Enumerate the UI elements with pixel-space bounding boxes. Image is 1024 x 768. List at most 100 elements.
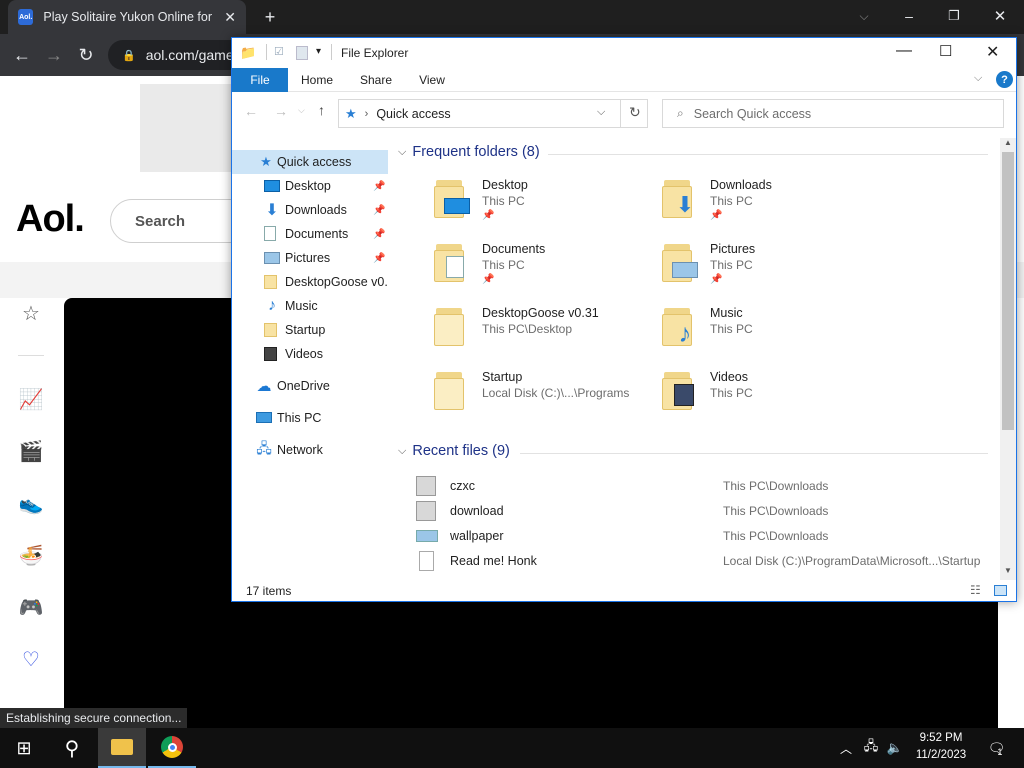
scrollbar-thumb[interactable] (1002, 152, 1014, 430)
desktop-icon (264, 180, 280, 192)
network-status-icon[interactable]: 🖧 (860, 728, 882, 768)
forward-arrow-icon[interactable]: → (274, 103, 288, 119)
nav-item-documents[interactable]: Documents 📌 (232, 222, 388, 246)
collapse-chevron-icon[interactable]: ⌵ (398, 146, 406, 159)
nav-item-startup[interactable]: Startup (232, 318, 388, 342)
folder-icon (662, 372, 694, 410)
quick-access-star-icon: ★ (345, 105, 357, 121)
maximize-button[interactable]: ☐ (939, 42, 952, 60)
folder-tile-documents[interactable]: Documents This PC 📌 (434, 242, 654, 300)
food-bowl-icon[interactable]: 🍜 (18, 542, 44, 568)
recent-file-row[interactable]: czxc This PC\Downloads (416, 474, 986, 498)
music-overlay-icon: ♪ (678, 317, 692, 348)
explorer-app-icon: 📁 (240, 45, 257, 60)
folder-tile-desktop[interactable]: Desktop This PC 📌 (434, 178, 654, 236)
quick-access-toolbar-dropdown-icon[interactable]: ▾ (316, 46, 321, 57)
volume-muted-icon[interactable]: 🔈 (884, 728, 906, 768)
refresh-button[interactable]: ↻ (620, 99, 648, 128)
tab-title: Play Solitaire Yukon Online for F (43, 10, 217, 24)
clapperboard-icon[interactable]: 🎬 (18, 438, 44, 464)
new-folder-quick-icon[interactable] (296, 46, 308, 60)
pin-icon[interactable]: 📌 (373, 205, 385, 216)
scroll-up-arrow-icon[interactable]: ▲ (1004, 138, 1012, 147)
nav-item-downloads[interactable]: ⬇ Downloads 📌 (232, 198, 388, 222)
nav-item-quick-access[interactable]: ★ Quick access (232, 150, 388, 174)
address-dropdown-icon[interactable]: ⌵ (597, 106, 605, 119)
properties-quick-icon[interactable]: ☑ (274, 45, 284, 58)
folder-tile-desktopgoose[interactable]: DesktopGoose v0.31 This PC\Desktop (434, 306, 654, 364)
minimize-button[interactable]: — (896, 42, 912, 60)
aol-logo[interactable]: Aol. (16, 198, 85, 241)
forward-arrow-icon[interactable]: → (40, 41, 68, 69)
pin-icon[interactable]: 📌 (373, 253, 385, 264)
file-name: Read me! Honk (450, 554, 537, 568)
recent-files-header[interactable]: ⌵ Recent files (9) (398, 443, 510, 459)
gamepad-icon[interactable]: 🎮 (18, 594, 44, 620)
tab-search-chevron-icon[interactable]: ⌵ (850, 2, 878, 30)
folder-tile-videos[interactable]: Videos This PC (662, 370, 882, 428)
help-icon[interactable]: ? (996, 71, 1013, 88)
nav-item-music[interactable]: ♪ Music (232, 294, 388, 318)
pictures-icon (264, 252, 280, 264)
notifications-button[interactable]: 🗨 1 (980, 728, 1010, 768)
windows-start-icon[interactable]: ⊞ (0, 728, 48, 768)
star-icon[interactable]: ☆ (18, 300, 44, 326)
sneaker-icon[interactable]: 👟 (18, 490, 44, 516)
taskbar-clock[interactable]: 9:52 PM 11/2/2023 (912, 730, 970, 764)
notification-count: 1 (997, 747, 1003, 757)
search-input[interactable]: ⌕ Search Quick access (662, 99, 1004, 128)
new-tab-button[interactable]: + (256, 3, 284, 31)
folder-name: DesktopGoose v0.31 (482, 306, 599, 320)
browser-tab[interactable]: Aol. Play Solitaire Yukon Online for F ✕ (8, 0, 246, 34)
folder-tile-music[interactable]: ♪ Music This PC (662, 306, 882, 364)
large-icons-view-icon[interactable] (994, 585, 1007, 596)
nav-item-network[interactable]: 🖧 Network (232, 438, 388, 462)
recent-locations-chevron-icon[interactable]: ⌵ (298, 105, 305, 116)
close-browser-button[interactable]: ✕ (986, 2, 1014, 30)
scroll-down-arrow-icon[interactable]: ▼ (1004, 566, 1012, 575)
nav-item-desktopgoose[interactable]: DesktopGoose v0.31 (232, 270, 388, 294)
search-icon[interactable]: ⚲ (48, 728, 96, 768)
recent-file-row[interactable]: download This PC\Downloads (416, 499, 986, 523)
nav-item-videos[interactable]: Videos (232, 342, 388, 366)
back-arrow-icon[interactable]: ← (8, 41, 36, 69)
collapse-chevron-icon[interactable]: ⌵ (398, 445, 406, 458)
back-arrow-icon[interactable]: ← (244, 103, 258, 119)
nav-item-pictures[interactable]: Pictures 📌 (232, 246, 388, 270)
address-box[interactable]: ★ › Quick access ⌵ (338, 99, 648, 128)
minimize-browser-button[interactable]: – (895, 2, 923, 30)
recent-file-row[interactable]: wallpaper This PC\Downloads (416, 524, 986, 548)
restore-browser-button[interactable]: ❐ (940, 2, 968, 30)
chrome-taskbar-button[interactable] (148, 728, 196, 768)
nav-label: Pictures (285, 251, 331, 265)
up-arrow-icon[interactable]: ↑ (318, 102, 325, 118)
picture-overlay-icon (672, 262, 698, 278)
details-view-icon[interactable]: ☷ (970, 583, 981, 597)
expand-ribbon-chevron-icon[interactable]: ⌵ (974, 72, 982, 85)
ribbon-tab-view[interactable]: View (410, 68, 454, 92)
file-explorer-taskbar-button[interactable] (98, 728, 146, 768)
nav-item-onedrive[interactable]: ☁ OneDrive (232, 374, 388, 398)
nav-label: This PC (277, 411, 322, 425)
health-heart-icon[interactable]: ♡ (18, 646, 44, 672)
file-name: czxc (450, 479, 475, 493)
show-hidden-icons-chevron-icon[interactable]: ︿ (836, 728, 856, 768)
recent-file-row[interactable]: Read me! Honk Local Disk (C:)\ProgramDat… (416, 549, 986, 573)
frequent-folders-header[interactable]: ⌵ Frequent folders (8) (398, 144, 540, 160)
pin-icon[interactable]: 📌 (373, 229, 385, 240)
close-tab-icon[interactable]: ✕ (224, 9, 236, 26)
finance-chart-icon[interactable]: 📈 (18, 386, 44, 412)
ribbon-tab-share[interactable]: Share (354, 68, 398, 92)
reload-icon[interactable]: ↻ (72, 41, 100, 69)
folder-tile-startup[interactable]: Startup Local Disk (C:)\...\Programs (434, 370, 654, 428)
pin-icon[interactable]: 📌 (373, 181, 385, 192)
ribbon-tab-file[interactable]: File (232, 68, 288, 92)
folder-tile-downloads[interactable]: ⬇ Downloads This PC 📌 (662, 178, 882, 236)
ribbon-tab-home[interactable]: Home (294, 68, 340, 92)
close-button[interactable]: ✕ (986, 42, 999, 62)
folder-location: This PC (710, 258, 753, 272)
clock-time: 9:52 PM (919, 732, 963, 744)
nav-item-desktop[interactable]: Desktop 📌 (232, 174, 388, 198)
folder-tile-pictures[interactable]: Pictures This PC 📌 (662, 242, 882, 300)
nav-item-this-pc[interactable]: This PC (232, 406, 388, 430)
